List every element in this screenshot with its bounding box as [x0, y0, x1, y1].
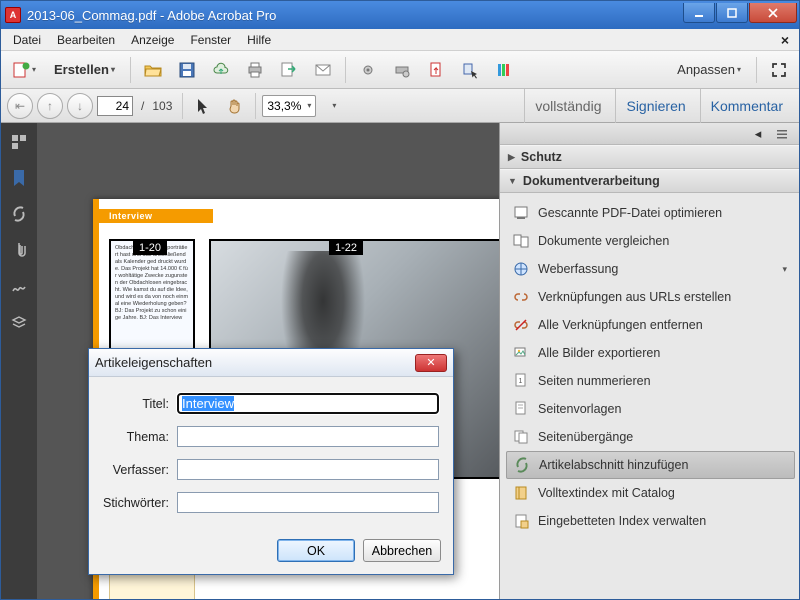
input-titel[interactable]	[177, 393, 439, 414]
dialog-titlebar[interactable]: Artikeleigenschaften ✕	[89, 349, 453, 377]
input-thema[interactable]	[177, 426, 439, 447]
dialog-close-button[interactable]: ✕	[415, 354, 447, 372]
input-stichwoerter[interactable]	[177, 492, 439, 513]
label-thema: Thema:	[103, 430, 177, 444]
label-verfasser: Verfasser:	[103, 463, 177, 477]
label-titel: Titel:	[103, 397, 177, 411]
dialog-overlay: Artikeleigenschaften ✕ Titel: Thema: Ver…	[0, 0, 800, 600]
article-properties-dialog: Artikeleigenschaften ✕ Titel: Thema: Ver…	[88, 348, 454, 575]
dialog-body: Titel: Thema: Verfasser: Stichwörter:	[89, 377, 453, 531]
ok-button[interactable]: OK	[277, 539, 355, 562]
dialog-title: Artikeleigenschaften	[95, 355, 415, 370]
cancel-button[interactable]: Abbrechen	[363, 539, 441, 562]
input-verfasser[interactable]	[177, 459, 439, 480]
dialog-buttons: OK Abbrechen	[89, 531, 453, 574]
label-stichwoerter: Stichwörter:	[103, 496, 177, 510]
